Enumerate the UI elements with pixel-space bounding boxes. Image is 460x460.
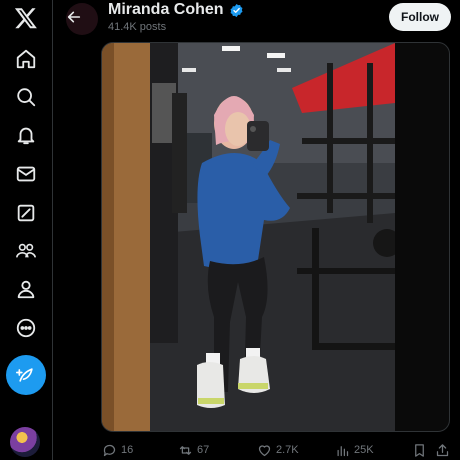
communities-icon[interactable] bbox=[13, 238, 39, 264]
x-logo-icon[interactable] bbox=[13, 5, 39, 31]
like-button[interactable]: 2.7K bbox=[257, 440, 299, 460]
notifications-icon[interactable] bbox=[13, 122, 39, 148]
repost-count: 67 bbox=[197, 444, 210, 456]
bookmark-button[interactable] bbox=[412, 440, 427, 460]
display-name: Miranda Cohen bbox=[108, 1, 224, 18]
sidebar-nav bbox=[0, 0, 53, 460]
post-media[interactable] bbox=[101, 42, 450, 432]
share-button[interactable] bbox=[435, 440, 450, 460]
grok-icon[interactable] bbox=[13, 200, 39, 226]
profile-icon[interactable] bbox=[13, 276, 39, 302]
verified-badge-icon bbox=[230, 3, 243, 17]
like-count: 2.7K bbox=[276, 444, 299, 456]
back-button[interactable] bbox=[63, 6, 85, 28]
heart-icon bbox=[258, 444, 271, 456]
reply-icon bbox=[103, 444, 116, 456]
profile-header: Miranda Cohen 41.4K posts Follow bbox=[53, 0, 460, 38]
arrow-left-icon bbox=[67, 11, 81, 23]
name-row: Miranda Cohen bbox=[108, 1, 244, 19]
view-count: 25K bbox=[354, 444, 374, 456]
compose-post-icon bbox=[16, 368, 33, 382]
post-action-bar: 16 67 2.7K 25K bbox=[100, 440, 460, 460]
gym-mirror-selfie-photo bbox=[102, 43, 395, 431]
messages-icon[interactable] bbox=[13, 161, 39, 187]
bookmark-icon bbox=[415, 443, 424, 457]
account-avatar[interactable] bbox=[10, 427, 40, 457]
share-icon bbox=[436, 443, 449, 456]
home-icon[interactable] bbox=[13, 46, 39, 72]
reply-button[interactable]: 16 bbox=[102, 440, 133, 460]
compose-post-button[interactable] bbox=[6, 355, 46, 395]
more-icon[interactable] bbox=[13, 315, 39, 341]
search-icon[interactable] bbox=[13, 84, 39, 110]
views-chart-icon bbox=[337, 445, 349, 456]
repost-button[interactable]: 67 bbox=[178, 440, 209, 460]
repost-icon bbox=[179, 445, 192, 455]
follow-button[interactable]: Follow bbox=[389, 3, 451, 31]
reply-count: 16 bbox=[121, 444, 134, 456]
views-button[interactable]: 25K bbox=[335, 440, 374, 460]
post-count: 41.4K posts bbox=[108, 21, 167, 33]
